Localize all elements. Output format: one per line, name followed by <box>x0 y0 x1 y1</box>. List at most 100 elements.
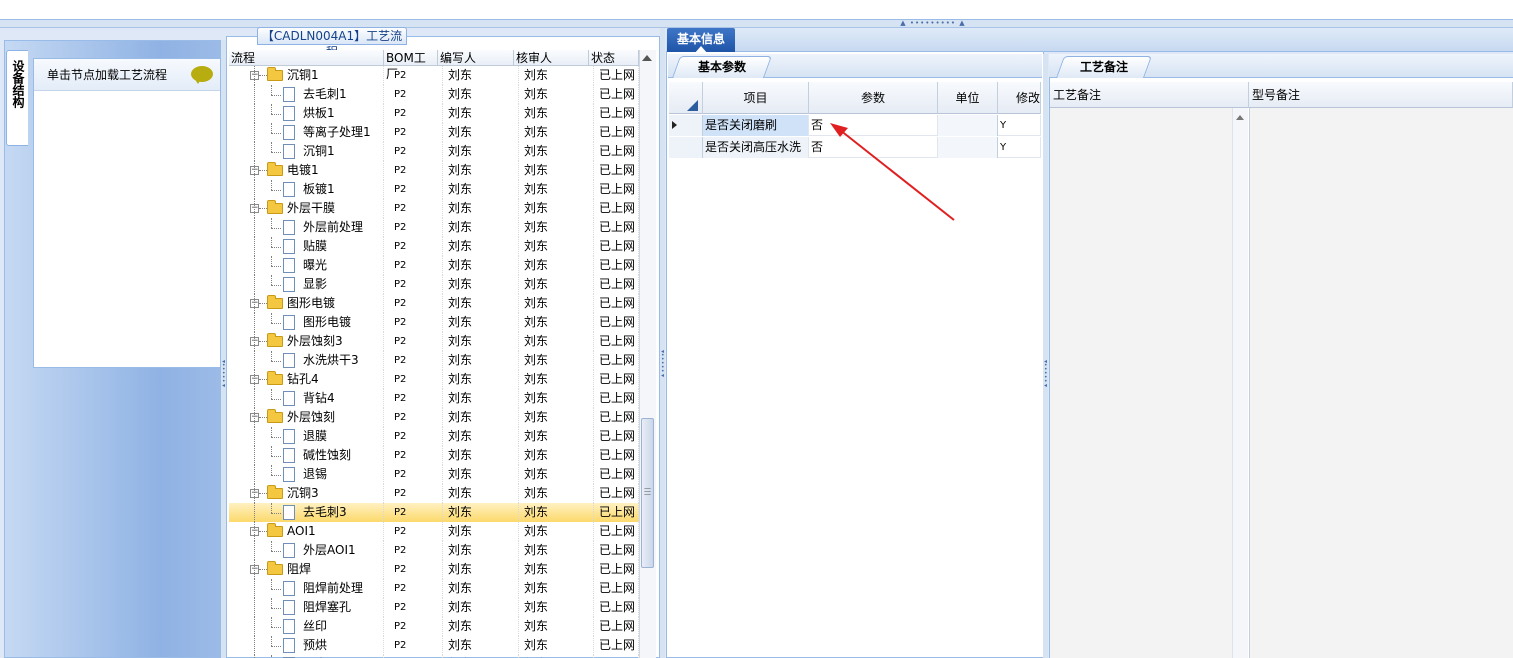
status-cell[interactable]: 已上网 <box>594 123 639 142</box>
flow-cell[interactable]: − 电镀1 <box>229 161 384 180</box>
tree-step-row[interactable]: 沉铜1 P2 刘东 刘东 已上网 <box>229 142 639 161</box>
reviewer-cell[interactable]: 刘东 <box>519 389 594 408</box>
writer-cell[interactable]: 刘东 <box>443 617 519 636</box>
bom-factory-cell[interactable]: P2 <box>389 104 443 123</box>
bom-factory-cell[interactable]: P2 <box>389 351 443 370</box>
status-cell[interactable]: 已上网 <box>594 370 639 389</box>
column-header-writer[interactable]: 编写人 <box>438 50 514 66</box>
tree-step-row[interactable]: 曝光P2刘东刘东已上网 <box>229 256 639 275</box>
writer-cell[interactable]: 刘东 <box>443 408 519 427</box>
bom-factory-cell[interactable]: P2 <box>389 332 443 351</box>
process-notes-scrollbar[interactable] <box>1232 108 1248 658</box>
flow-cell[interactable]: 退膜 <box>229 427 384 446</box>
tree-step-row[interactable]: 预烘 P2 刘东 刘东 已上网 <box>229 636 639 655</box>
tree-step-row[interactable]: 显影 P2 刘东 刘东 已上网 <box>229 275 639 294</box>
bom-factory-cell[interactable]: P2 <box>389 617 443 636</box>
flow-cell[interactable]: 阻焊前处理 <box>229 579 384 598</box>
writer-cell[interactable]: 刘东 <box>443 313 519 332</box>
tab-process-notes[interactable]: 工艺备注 <box>1055 56 1153 78</box>
writer-cell[interactable]: 刘东 <box>443 370 519 389</box>
flow-cell[interactable]: 阻焊塞孔 <box>229 598 384 617</box>
tree-group-row[interactable]: − 外层干膜 P2 刘东 刘东 已上网 <box>229 199 639 218</box>
tree-group-row[interactable]: − 阻焊 P2 刘东 刘东 已上网 <box>229 560 639 579</box>
process-notes-textarea[interactable] <box>1050 108 1232 658</box>
tree-step-row[interactable]: 阻焊塞孔 P2 刘东 刘东 已上网 <box>229 598 639 617</box>
flow-cell[interactable]: 去毛刺3 <box>229 503 384 522</box>
tree-step-row[interactable]: 水洗烘干3 P2 刘东 刘东 已上网 <box>229 351 639 370</box>
flow-cell[interactable]: 显影 <box>229 275 384 294</box>
reviewer-cell[interactable]: 刘东 <box>519 560 594 579</box>
tree-step-row[interactable]: 背钻4 P2 刘东 刘东 已上网 <box>229 389 639 408</box>
flow-cell[interactable]: 板镀1 <box>229 180 384 199</box>
status-cell[interactable]: 已上网 <box>594 237 639 256</box>
bom-factory-cell[interactable]: P2 <box>389 370 443 389</box>
reviewer-cell[interactable]: 刘东 <box>519 332 594 351</box>
flow-cell[interactable]: − 图形电镀 <box>229 294 384 313</box>
writer-cell[interactable]: 刘东 <box>443 123 519 142</box>
status-cell[interactable]: 已上网 <box>594 636 639 655</box>
reviewer-cell[interactable]: 刘东 <box>519 427 594 446</box>
bom-factory-cell[interactable]: P2 <box>389 503 443 522</box>
column-header-reviewer[interactable]: 核审人 <box>514 50 589 66</box>
reviewer-cell[interactable]: 刘东 <box>519 484 594 503</box>
status-cell[interactable]: 已上网 <box>594 332 639 351</box>
reviewer-cell[interactable]: 刘东 <box>519 636 594 655</box>
status-cell[interactable]: 已上网 <box>594 66 639 85</box>
bom-factory-cell[interactable]: P2 <box>389 85 443 104</box>
bom-factory-cell[interactable]: P2 <box>389 560 443 579</box>
writer-cell[interactable]: 刘东 <box>443 161 519 180</box>
bom-factory-cell[interactable]: P2 <box>389 142 443 161</box>
writer-cell[interactable]: 刘东 <box>443 446 519 465</box>
writer-cell[interactable]: 刘东 <box>443 256 519 275</box>
flow-cell[interactable]: 烘板1 <box>229 104 384 123</box>
scroll-up-arrow-icon[interactable] <box>1236 115 1244 120</box>
right-vertical-splitter[interactable] <box>1043 54 1048 658</box>
writer-cell[interactable]: 刘东 <box>443 503 519 522</box>
writer-cell[interactable]: 刘东 <box>443 541 519 560</box>
bom-factory-cell[interactable]: P2 <box>389 199 443 218</box>
bom-factory-cell[interactable]: P2 <box>389 66 443 85</box>
bom-factory-cell[interactable]: P2 <box>389 522 443 541</box>
horizontal-splitter[interactable] <box>0 20 1513 28</box>
process-tree-body[interactable]: − 沉铜1 P2 刘东 刘东 已上网 去毛刺1 P2 刘东 刘东 已上网 烘板1 P2 刘东 刘东 已上网 等离… <box>229 66 639 658</box>
status-cell[interactable]: 已上网 <box>594 104 639 123</box>
reviewer-cell[interactable]: 刘东 <box>519 180 594 199</box>
bom-factory-cell[interactable]: P2 <box>389 598 443 617</box>
bom-factory-cell[interactable]: P2 <box>389 541 443 560</box>
select-all-triangle-icon[interactable] <box>687 100 698 111</box>
bom-factory-cell[interactable]: P2 <box>389 256 443 275</box>
flow-cell[interactable]: − 外层蚀刻 <box>229 408 384 427</box>
flow-cell[interactable]: 背钻4 <box>229 389 384 408</box>
status-cell[interactable]: 已上网 <box>594 142 639 161</box>
status-cell[interactable]: 已上网 <box>594 484 639 503</box>
flow-cell[interactable]: 丝印 <box>229 617 384 636</box>
reviewer-cell[interactable]: 刘东 <box>519 275 594 294</box>
writer-cell[interactable]: 刘东 <box>443 85 519 104</box>
bom-factory-cell[interactable]: P2 <box>389 389 443 408</box>
status-cell[interactable]: 已上网 <box>594 560 639 579</box>
bom-factory-cell[interactable]: P2 <box>389 636 443 655</box>
flow-cell[interactable]: − 外层蚀刻3 <box>229 332 384 351</box>
tree-group-row[interactable]: − 外层蚀刻3 P2 刘东 刘东 已上网 <box>229 332 639 351</box>
bom-factory-cell[interactable]: P2 <box>389 465 443 484</box>
column-header-status[interactable]: 状态 <box>589 50 639 66</box>
tree-step-row[interactable]: 去毛刺1 P2 刘东 刘东 已上网 <box>229 85 639 104</box>
bom-factory-cell[interactable]: P2 <box>389 579 443 598</box>
status-cell[interactable]: 已上网 <box>594 218 639 237</box>
bom-factory-cell[interactable]: P2 <box>389 237 443 256</box>
writer-cell[interactable]: 刘东 <box>443 237 519 256</box>
middle-splitter-grip-icon[interactable]: ◂ • • • • • ◂ <box>661 349 665 379</box>
flow-cell[interactable]: − 沉铜3 <box>229 484 384 503</box>
column-header-item[interactable]: 项目 <box>703 82 809 114</box>
writer-cell[interactable]: 刘东 <box>443 332 519 351</box>
tree-step-row[interactable]: 去毛刺3 P2 刘东 刘东 已上网 <box>229 503 639 522</box>
reviewer-cell[interactable]: 刘东 <box>519 313 594 332</box>
tree-step-row[interactable]: 贴膜 P2 刘东 刘东 已上网 <box>229 237 639 256</box>
writer-cell[interactable]: 刘东 <box>443 351 519 370</box>
equipment-tree-panel[interactable] <box>33 58 221 368</box>
status-cell[interactable]: 已上网 <box>594 408 639 427</box>
reviewer-cell[interactable]: 刘东 <box>519 522 594 541</box>
param-item-cell[interactable]: 是否关闭高压水洗 <box>703 137 809 158</box>
status-cell[interactable]: 已上网 <box>594 161 639 180</box>
bom-factory-cell[interactable]: P2 <box>389 275 443 294</box>
